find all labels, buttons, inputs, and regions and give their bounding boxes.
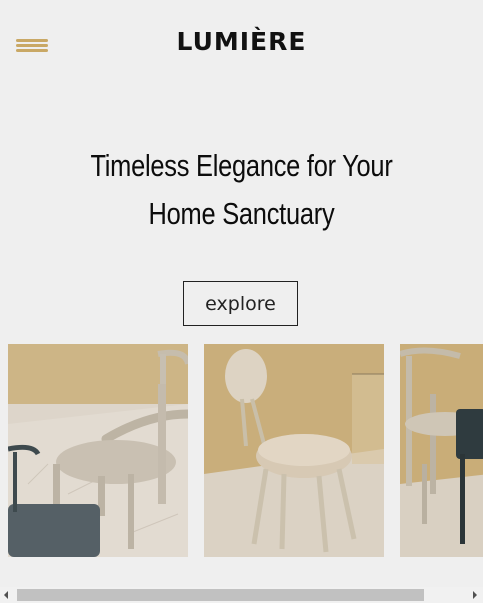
gallery-card-green-chair[interactable] xyxy=(400,344,483,557)
gallery-card-round-chair[interactable] xyxy=(204,344,384,557)
horizontal-scrollbar[interactable] xyxy=(0,587,483,603)
product-gallery xyxy=(0,344,483,557)
beige-metal-chairs-photo xyxy=(8,344,188,557)
round-cushioned-chair-photo xyxy=(204,344,384,557)
gallery-card-chairs-beige[interactable] xyxy=(8,344,188,557)
scroll-left-arrow-icon[interactable] xyxy=(4,591,8,599)
brand-logo[interactable]: LUMIÈRE xyxy=(0,27,483,56)
site-header: LUMIÈRE xyxy=(0,0,483,90)
metal-chairs-with-green-seat-photo xyxy=(400,344,483,557)
hero-title: Timeless Elegance for Your Home Sanctuar… xyxy=(90,148,393,231)
scroll-right-arrow-icon[interactable] xyxy=(473,591,477,599)
scrollbar-thumb[interactable] xyxy=(17,589,424,601)
explore-button[interactable]: explore xyxy=(183,281,298,326)
